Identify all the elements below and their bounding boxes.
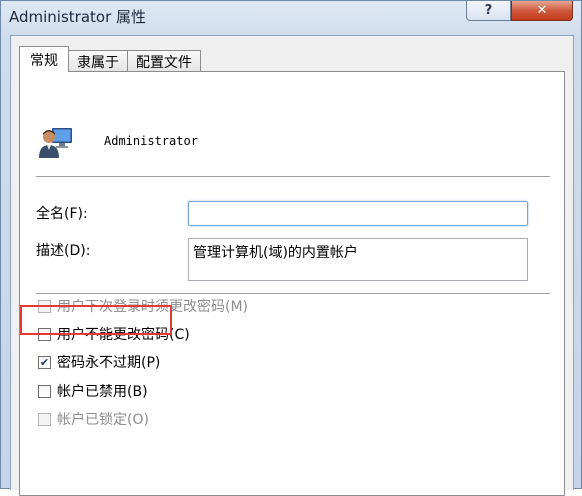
checkbox-label: 用户下次登录时须更改密码(M) [57,299,249,315]
fullname-input[interactable] [188,201,528,226]
tab-member-of[interactable]: 隶属于 [68,50,128,72]
checkbox-must-change-password[interactable]: 用户下次登录时须更改密码(M) [38,296,248,316]
checkbox-cannot-change-password[interactable]: 用户不能更改密码(C) [38,324,190,344]
window-title: Administrator 属性 [9,8,147,26]
close-button[interactable]: ✕ [511,1,573,21]
checkbox-password-never-expires[interactable]: ✔ 密码永不过期(P) [38,352,160,372]
checkbox-box[interactable] [38,327,51,341]
checkbox-account-disabled[interactable]: 帐户已禁用(B) [38,381,148,401]
checkbox-label: 帐户已禁用(B) [57,384,148,400]
title-bar[interactable]: Administrator 属性 ? ✕ [1,1,581,35]
checkbox-box[interactable]: ✔ [38,355,51,369]
general-tab-panel: Administrator 全名(F): 描述(D): 管理计算机(域)的内置帐… [19,71,565,496]
checkbox-box[interactable] [38,299,51,313]
checkbox-label: 用户不能更改密码(C) [57,327,190,343]
checkbox-label: 密码永不过期(P) [57,355,161,371]
help-button[interactable]: ? [466,1,511,21]
question-mark-icon: ? [484,3,493,18]
close-icon: ✕ [536,3,548,18]
properties-window: Administrator 属性 ? ✕ 常规 隶属于 配置文件 Adminis… [0,0,582,496]
dialog-client-area: 常规 隶属于 配置文件 Administrator 全名(F): 描述(D): … [10,35,574,496]
checkbox-account-locked[interactable]: 帐户已锁定(O) [38,409,149,429]
tab-label: 常规 [30,52,58,69]
tab-label: 隶属于 [77,54,119,71]
tab-general[interactable]: 常规 [19,46,69,72]
checkbox-box[interactable] [38,412,51,426]
checkbox-box[interactable] [38,384,51,398]
user-name: Administrator [104,134,198,148]
checkbox-label: 帐户已锁定(O) [57,412,149,428]
checkmark-icon: ✔ [39,355,50,369]
tab-label: 配置文件 [136,54,192,71]
tab-strip: 常规 隶属于 配置文件 [19,46,201,72]
divider [36,293,550,295]
fullname-label: 全名(F): [36,206,88,222]
user-account-icon [39,128,72,158]
tab-profile[interactable]: 配置文件 [127,50,201,72]
divider [36,176,550,178]
description-input[interactable]: 管理计算机(域)的内置帐户 [188,238,528,281]
description-label: 描述(D): [36,243,91,259]
